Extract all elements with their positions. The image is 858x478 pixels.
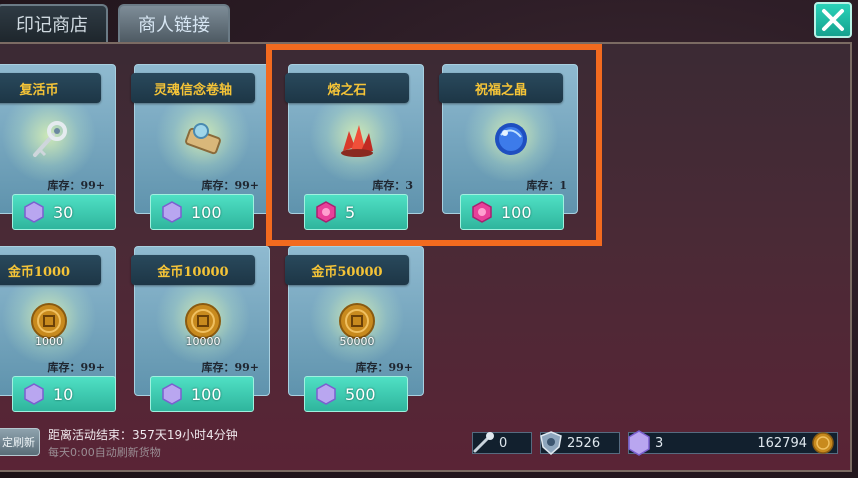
item-title: 金币50000 <box>285 255 409 285</box>
purple-gem-icon <box>162 383 182 405</box>
price-value: 10 <box>53 384 74 404</box>
buy-button[interactable]: 30 <box>12 194 116 230</box>
resource-value: 3 <box>655 435 664 451</box>
shop-item-card[interactable]: 金币1000 1000 库存：99+ <box>0 246 116 396</box>
item-stock: 库存：99+ <box>47 179 105 192</box>
price-value: 100 <box>191 384 222 404</box>
close-button[interactable] <box>814 2 852 38</box>
price-value: 100 <box>191 202 222 222</box>
close-icon <box>822 9 844 31</box>
item-stock: 库存：99+ <box>201 179 259 192</box>
price-value: 500 <box>345 384 376 404</box>
gold-value: 162794 <box>757 435 807 451</box>
item-title: 灵魂信念卷轴 <box>131 73 255 103</box>
refresh-button[interactable]: 定刷新 <box>0 428 40 456</box>
purple-gem-icon <box>628 430 650 456</box>
item-stock: 库存：99+ <box>355 361 413 374</box>
resource-wand: 0 <box>472 432 532 454</box>
event-countdown: 距离活动结束：357天19小时4分钟 <box>48 428 238 442</box>
item-title: 金币1000 <box>0 255 101 285</box>
purple-gem-icon <box>316 383 336 405</box>
purple-gem-icon <box>162 201 182 223</box>
buy-button[interactable]: 500 <box>304 376 408 412</box>
scroll-icon <box>185 123 221 155</box>
resource-shield: 2526 <box>540 431 620 455</box>
tab-mark-shop[interactable]: 印记商店 <box>0 4 108 42</box>
key-icon <box>33 121 67 157</box>
item-stock: 库存：99+ <box>201 361 259 374</box>
shop-item-card[interactable]: 灵魂信念卷轴 库存：99+ <box>131 64 270 214</box>
highlight-box <box>266 44 602 246</box>
price-value: 30 <box>53 202 74 222</box>
item-title: 复活币 <box>0 73 101 103</box>
refresh-note: 每天0:00自动刷新货物 <box>48 446 161 459</box>
shop-item-card[interactable]: 金币50000 50000 库存：99+ <box>285 246 424 396</box>
tab-merchant-link[interactable]: 商人链接 <box>118 4 230 42</box>
buy-button[interactable]: 100 <box>150 194 254 230</box>
item-title: 金币10000 <box>131 255 255 285</box>
purple-gem-icon <box>24 383 44 405</box>
shield-icon <box>540 431 562 455</box>
gold-coin-icon <box>812 432 834 454</box>
buy-button[interactable]: 10 <box>12 376 116 412</box>
shop-item-card[interactable]: 金币10000 10000 库存：99+ <box>131 246 270 396</box>
buy-button[interactable]: 100 <box>150 376 254 412</box>
coin-amount: 10000 <box>185 335 221 348</box>
coin-amount: 50000 <box>339 335 375 348</box>
resource-gem-gold: 3 162794 <box>628 430 838 456</box>
item-stock: 库存：99+ <box>47 361 105 374</box>
resource-value: 2526 <box>567 435 601 451</box>
shop-item-card[interactable]: 复活币 库存：99+ <box>0 64 116 214</box>
resource-value: 0 <box>499 435 508 451</box>
coin-amount: 1000 <box>35 335 63 348</box>
wand-icon <box>473 432 494 453</box>
purple-gem-icon <box>24 201 44 223</box>
